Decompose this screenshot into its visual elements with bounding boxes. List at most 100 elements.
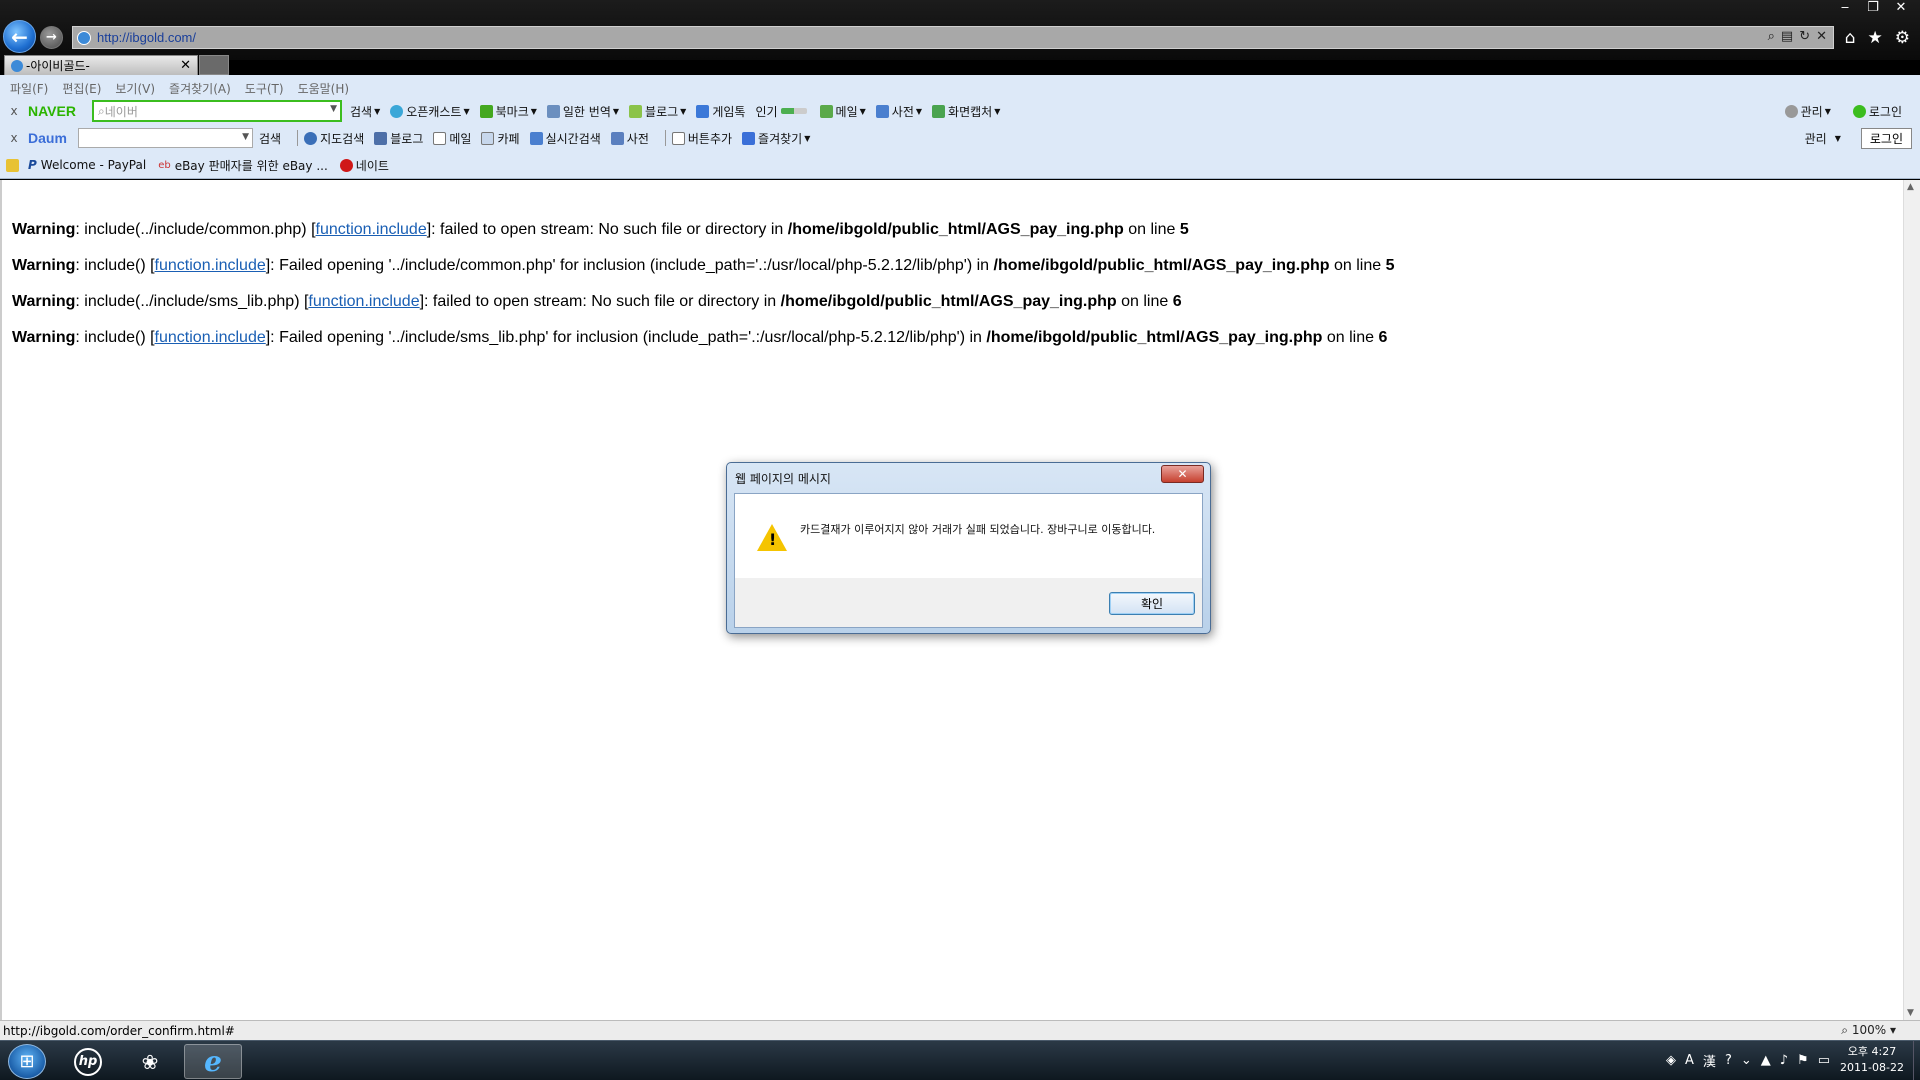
add-icon (671, 131, 685, 145)
show-hidden-icons[interactable]: ▲ (1761, 1053, 1771, 1068)
zoom-label: 100% (1851, 1023, 1887, 1037)
daum-blog-label: 블로그 (390, 131, 424, 146)
naver-translate-button[interactable]: 일한 번역 ▼ (546, 103, 619, 120)
scroll-up-icon[interactable]: ▲ (1907, 182, 1914, 192)
internet-explorer-icon: e (204, 1045, 222, 1078)
menu-tools[interactable]: 도구(T) (245, 80, 284, 97)
ime-options-icon[interactable]: ⌄ (1741, 1053, 1752, 1068)
favorite-ebay[interactable]: eb eBay 판매자를 위한 eBay ... (158, 157, 328, 174)
dictionary-icon (875, 104, 889, 118)
stop-icon[interactable]: ✕ (1816, 29, 1827, 44)
taskbar-hp-app[interactable]: hp (62, 1044, 114, 1079)
naver-search-placeholder: 네이버 (104, 104, 138, 119)
volume-icon[interactable]: ♪ (1780, 1053, 1788, 1068)
naver-right-items: 관리 ▼ 로그인 (1784, 103, 1912, 120)
menu-edit[interactable]: 편집(E) (62, 80, 101, 97)
daum-add-button-label: 버튼추가 (687, 131, 733, 146)
naver-capture-button[interactable]: 화면캡처 ▼ (932, 103, 1000, 120)
menu-file[interactable]: 파일(F) (10, 80, 48, 97)
ime-icon[interactable]: A (1685, 1053, 1694, 1068)
menu-help[interactable]: 도움말(H) (298, 80, 350, 97)
function-include-link[interactable]: function.include (155, 257, 266, 274)
flag-icon[interactable]: ⚑ (1797, 1053, 1809, 1068)
favorite-paypal[interactable]: P Welcome - PayPal (28, 158, 146, 172)
home-icon[interactable]: ⌂ (1845, 28, 1856, 48)
chevron-down-icon[interactable]: ▼ (242, 132, 249, 142)
daum-favorites-button[interactable]: 즐겨찾기 ▼ (742, 130, 810, 147)
address-bar[interactable]: ⌕ ▤ ↻ ✕ (72, 26, 1834, 49)
naver-gametalk-button[interactable]: 게임톡 (696, 103, 745, 120)
daum-realtime-search-button[interactable]: 실시간검색 (529, 130, 601, 147)
start-button[interactable]: ⊞ (8, 1044, 46, 1079)
new-tab-button[interactable] (199, 55, 229, 75)
dialog-close-button[interactable]: ✕ (1161, 465, 1204, 483)
vertical-scrollbar[interactable]: ▲ ▼ (1903, 180, 1920, 1020)
daum-search-input[interactable]: ▼ (78, 128, 253, 148)
help-icon[interactable]: ? (1725, 1053, 1732, 1068)
naver-search-button[interactable]: 검색 ▼ (350, 103, 380, 120)
show-desktop-button[interactable] (1913, 1041, 1920, 1080)
naver-toolbar-close-button[interactable]: x (0, 104, 28, 118)
tab-favicon-icon (11, 59, 23, 72)
daum-map-search-button[interactable]: 지도검색 (304, 130, 364, 147)
daum-dictionary-button[interactable]: 사전 (610, 130, 649, 147)
daum-add-button[interactable]: 버튼추가 (671, 130, 733, 147)
daum-manage-button[interactable]: 관리 ▼ (1805, 130, 1841, 147)
hanja-icon[interactable]: 漢 (1703, 1051, 1716, 1070)
tab-close-icon[interactable]: ✕ (180, 58, 191, 73)
daum-search-button[interactable]: 검색 (259, 130, 281, 147)
back-arrow-icon: ← (11, 24, 28, 49)
naver-mail-button[interactable]: 메일 ▼ (819, 103, 866, 120)
naver-opencast-button[interactable]: 오픈캐스트 ▼ (390, 103, 470, 120)
warning-line: Warning: include(../include/common.php) … (12, 212, 1394, 248)
gear-icon[interactable]: ⚙ (1895, 28, 1910, 48)
daum-login-button[interactable]: 로그인 (1860, 127, 1912, 149)
chevron-down-icon[interactable]: ▼ (330, 104, 337, 114)
minimize-button[interactable]: ‒ (1834, 0, 1856, 15)
network-icon[interactable]: ▭ (1818, 1053, 1830, 1068)
taskbar-app-mascot[interactable]: ❀ (124, 1044, 176, 1079)
favorite-nate[interactable]: 네이트 (339, 157, 389, 174)
menu-view[interactable]: 보기(V) (115, 80, 155, 97)
daum-mail-button[interactable]: 메일 (433, 130, 471, 147)
scroll-down-icon[interactable]: ▼ (1907, 1008, 1914, 1018)
function-include-link[interactable]: function.include (155, 329, 266, 346)
tab-active[interactable]: -아이비골드- ✕ (4, 55, 198, 75)
naver-blog-button[interactable]: 블로그 ▼ (629, 103, 686, 120)
chevron-down-icon: ▼ (915, 106, 923, 116)
ok-button[interactable]: 확인 (1109, 592, 1195, 615)
tab-title: -아이비골드- (26, 59, 90, 73)
menu-favorites[interactable]: 즐겨찾기(A) (169, 80, 231, 97)
restore-button[interactable]: ❐ (1862, 0, 1884, 15)
warning-label: Warning (12, 293, 76, 310)
shield-icon[interactable]: ◈ (1666, 1053, 1676, 1068)
chevron-down-icon: ▼ (1824, 106, 1831, 116)
warning-line: Warning: include(../include/sms_lib.php)… (12, 284, 1394, 320)
daum-blog-button[interactable]: 블로그 (374, 130, 423, 147)
forward-button[interactable]: → (40, 26, 63, 49)
compatibility-icon[interactable]: ▤ (1781, 29, 1793, 44)
function-include-link[interactable]: function.include (316, 221, 427, 238)
daum-toolbar-close-button[interactable]: x (0, 131, 28, 145)
naver-search-input[interactable]: ⌕ 네이버 ▼ (92, 100, 342, 122)
zoom-level[interactable]: ⌕ 100% ▾ (1841, 1023, 1896, 1038)
naver-logo[interactable]: NAVER (28, 103, 92, 119)
taskbar-internet-explorer[interactable]: e (184, 1044, 242, 1079)
naver-login-button[interactable]: 로그인 (1852, 103, 1902, 120)
star-icon[interactable]: ★ (1868, 28, 1883, 48)
back-button[interactable]: ← (3, 20, 36, 53)
search-icon[interactable]: ⌕ (1768, 29, 1775, 44)
naver-popular-button[interactable]: 인기 (755, 103, 809, 120)
naver-manage-button[interactable]: 관리 ▼ (1784, 103, 1831, 120)
favorites-center-icon[interactable] (6, 158, 22, 172)
daum-manage-label: 관리 (1804, 131, 1827, 146)
close-window-button[interactable]: ✕ (1890, 0, 1912, 15)
naver-bookmark-button[interactable]: 북마크 ▼ (479, 103, 537, 120)
system-clock[interactable]: 오후 4:27 2011-08-22 (1832, 1044, 1912, 1076)
daum-logo[interactable]: Daum (28, 130, 78, 146)
address-input[interactable] (97, 30, 1697, 45)
daum-cafe-button[interactable]: 카페 (481, 130, 520, 147)
function-include-link[interactable]: function.include (308, 293, 419, 310)
refresh-icon[interactable]: ↻ (1799, 29, 1810, 44)
naver-dictionary-button[interactable]: 사전 ▼ (875, 103, 923, 120)
